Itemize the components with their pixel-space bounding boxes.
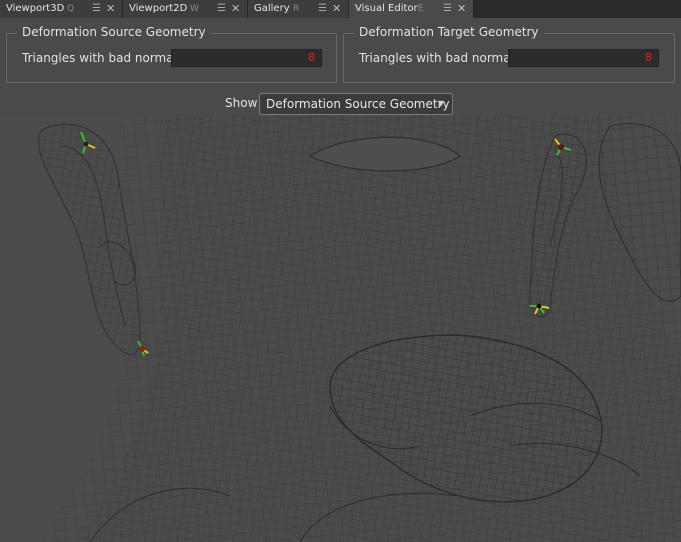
tab-shortcut: W — [190, 4, 199, 14]
hamburger-menu-icon[interactable]: ☰ — [443, 0, 452, 18]
viewport-3d[interactable] — [0, 116, 681, 542]
tab-gallery[interactable]: Gallery R ☰ ✕ — [248, 0, 349, 18]
tab-viewport3d[interactable]: Viewport3D Q ☰ ✕ — [0, 0, 123, 18]
tab-shortcut: Q — [67, 4, 75, 14]
tab-label: Gallery — [254, 3, 290, 14]
dropdown-arrow-icon[interactable]: ▼ — [438, 94, 444, 114]
hamburger-menu-icon[interactable]: ☰ — [217, 0, 226, 18]
tab-shortcut: R — [293, 4, 300, 14]
group-title: Deformation Source Geometry — [17, 25, 211, 39]
close-icon[interactable]: ✕ — [106, 0, 115, 18]
tab-visual-editor[interactable]: Visual Editor E ☰ ✕ — [349, 0, 474, 18]
bad-normals-label: Triangles with bad normals — [22, 51, 184, 65]
tab-label: Viewport2D — [129, 3, 188, 14]
close-icon[interactable]: ✕ — [332, 0, 341, 18]
hamburger-menu-icon[interactable]: ☰ — [318, 0, 327, 18]
bad-normals-count: 8 — [171, 49, 322, 67]
tab-label: Visual Editor — [355, 3, 418, 14]
show-geometry-dropdown[interactable]: Deformation Source Geometry ▼ — [259, 93, 453, 115]
tab-viewport2d[interactable]: Viewport2D W ☰ ✕ — [123, 0, 248, 18]
geometry-info-panel: Deformation Source Geometry Triangles wi… — [0, 18, 681, 116]
target-geometry-group: Deformation Target Geometry Triangles wi… — [343, 25, 675, 83]
tab-shortcut: E — [418, 4, 424, 14]
tab-bar: Viewport3D Q ☰ ✕ Viewport2D W ☰ ✕ Galler… — [0, 0, 681, 18]
bad-normals-count: 8 — [508, 49, 659, 67]
dropdown-value: Deformation Source Geometry — [266, 97, 450, 111]
show-label: Show — [225, 96, 258, 110]
bad-normals-label: Triangles with bad normals — [359, 51, 521, 65]
close-icon[interactable]: ✕ — [231, 0, 240, 18]
group-title: Deformation Target Geometry — [354, 25, 544, 39]
wireframe-mesh[interactable] — [0, 116, 681, 542]
close-icon[interactable]: ✕ — [457, 0, 466, 18]
source-geometry-group: Deformation Source Geometry Triangles wi… — [6, 25, 337, 83]
tab-label: Viewport3D — [6, 3, 65, 14]
hamburger-menu-icon[interactable]: ☰ — [92, 0, 101, 18]
